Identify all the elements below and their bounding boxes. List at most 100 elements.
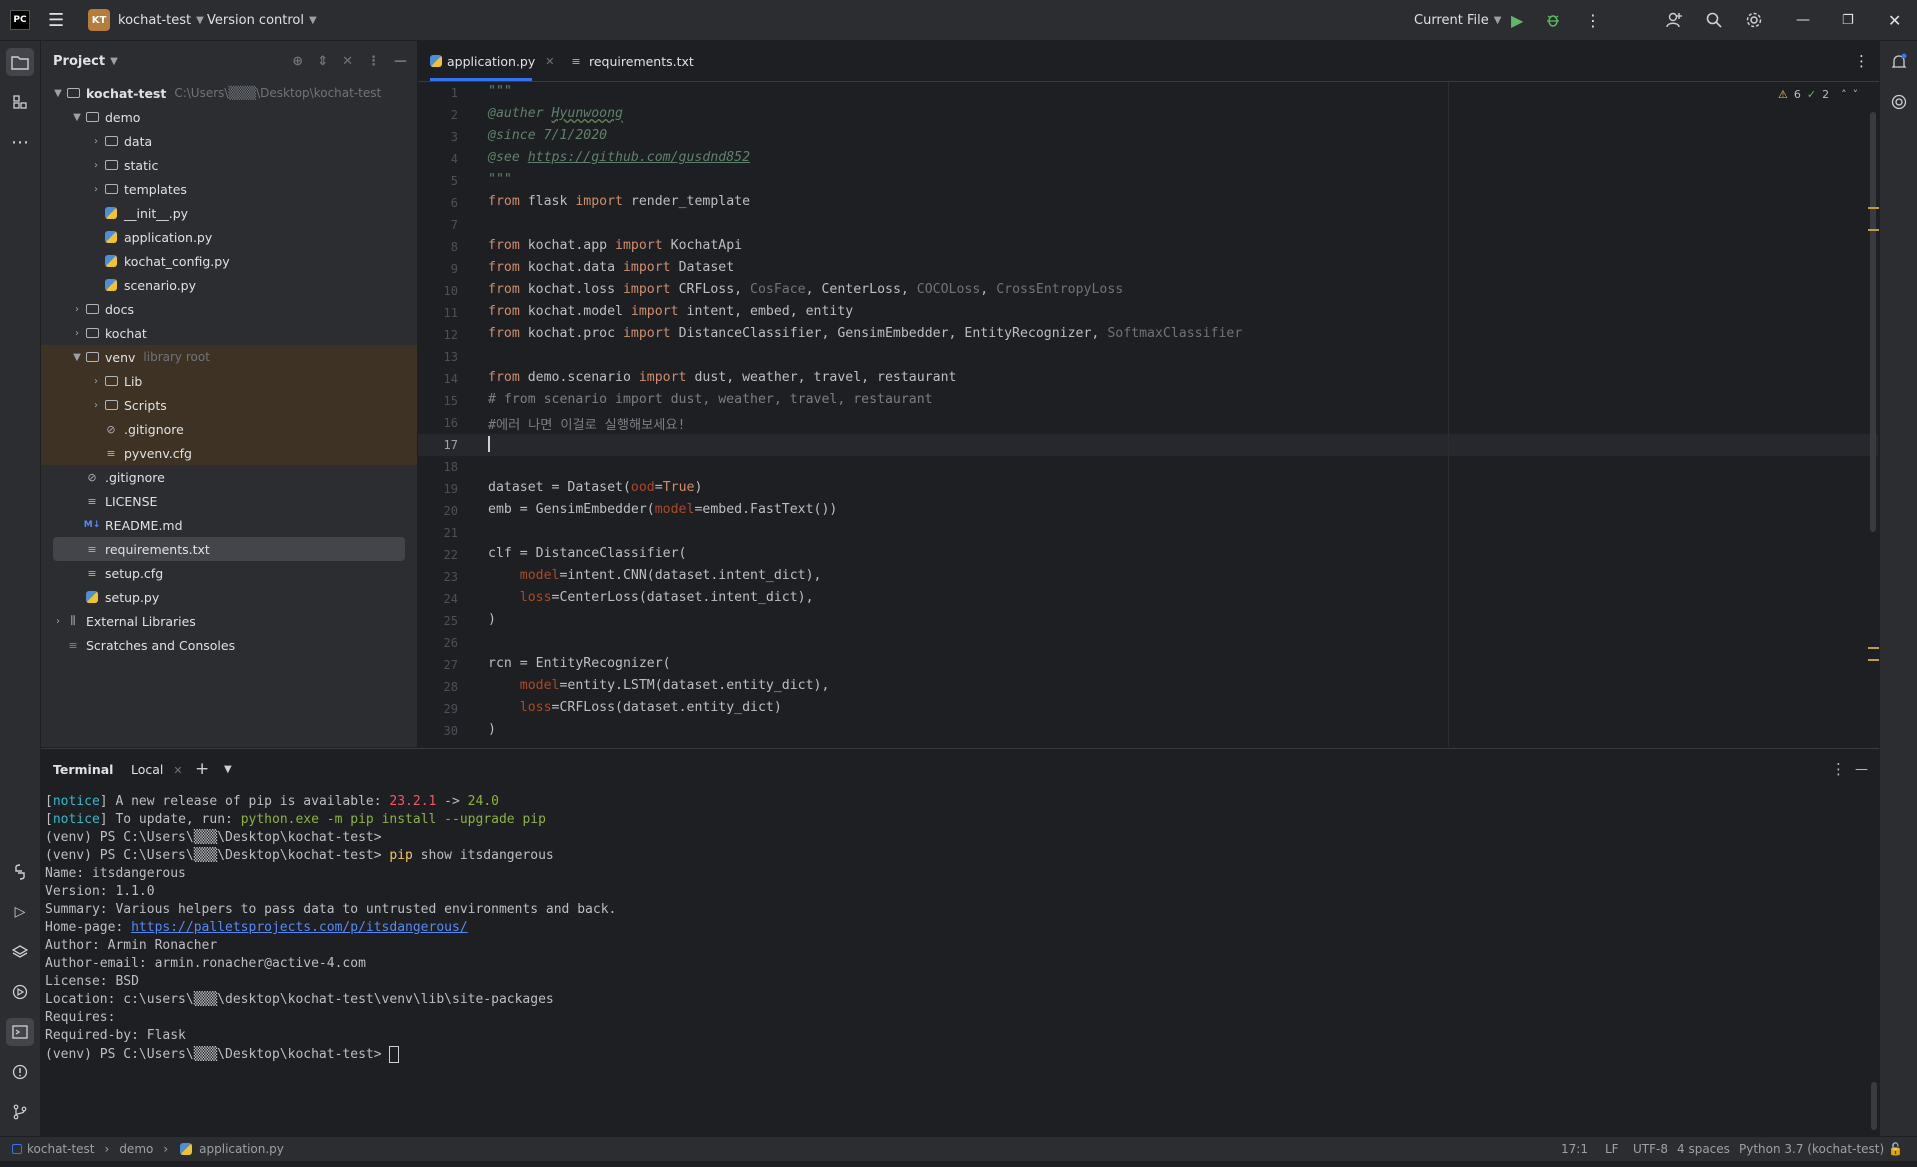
debug-icon[interactable] [1545,0,1561,40]
hide-terminal-icon[interactable]: — [1855,762,1868,777]
locate-icon[interactable]: ⊕ [292,54,303,69]
tree-item[interactable]: ≡ Scratches and Consoles [41,633,417,657]
tree-item[interactable]: › static [41,153,417,177]
git-branch-icon[interactable] [6,1098,34,1126]
tree-item[interactable]: › data [41,129,417,153]
tree-item[interactable]: ⊘ .gitignore [41,465,417,489]
tree-item[interactable]: ≡ LICENSE [41,489,417,513]
add-user-icon[interactable] [1665,0,1683,40]
previous-highlight-icon[interactable]: ˄ [1841,88,1847,101]
chevron-down-icon[interactable]: ▼ [224,764,232,775]
code-editor[interactable]: 1 2 3 4 5 6 7 8 9 10 11 12 13 14 15 16 17 18 19 20 21 22 23 24 2… [418,82,1879,747]
problems-icon[interactable] [6,1058,34,1086]
terminal-options-icon[interactable]: ⋮ [1831,760,1846,778]
line-number: 29 [443,702,458,716]
chevron-right-icon[interactable]: › [89,376,103,387]
tree-item[interactable]: scenario.py [41,273,417,297]
line-separator[interactable]: LF [1605,1137,1619,1161]
restore-icon[interactable]: ❐ [1842,0,1854,40]
python-interpreter[interactable]: Python 3.7 (kochat-test) [1739,1137,1884,1161]
chevron-right-icon[interactable]: › [51,616,65,627]
chevron-down-icon[interactable]: ▼ [70,352,84,363]
tree-item[interactable]: ▼ demo [41,105,417,129]
python-console-icon[interactable] [6,858,34,886]
structure-icon[interactable] [6,88,34,116]
chevron-down-icon[interactable]: ▼ [70,112,84,123]
inspection-widget[interactable]: ⚠ 6 ✓ 2 ˄ ˅ [1778,88,1858,101]
indent-setting[interactable]: 4 spaces [1677,1137,1730,1161]
new-terminal-plus-icon[interactable]: + [195,759,209,779]
tree-item[interactable]: › Lib [41,369,417,393]
project-switcher[interactable]: KT kochat-test ▼ [88,0,204,40]
tree-item[interactable]: kochat_config.py [41,249,417,273]
code-token: , CenterLoss, [805,282,917,297]
hide-panel-icon[interactable]: — [394,54,407,69]
project-panel-title[interactable]: Project [53,54,105,69]
chevron-right-icon[interactable]: › [70,328,84,339]
run-icon[interactable]: ▶ [1511,0,1523,40]
services-icon[interactable] [6,978,34,1006]
editor-scrollbar[interactable] [1870,112,1876,532]
tree-item[interactable]: ▼ kochat-test C:\Users\▒▒▒\Desktop\kochat-… [41,81,417,105]
breadcrumb-item[interactable]: kochat-test [27,1142,95,1156]
tree-item[interactable]: › templates [41,177,417,201]
tree-item[interactable]: ⊘ .gitignore [41,417,417,441]
breadcrumb-item[interactable]: demo [119,1142,153,1156]
error-stripe-mark[interactable] [1868,659,1879,661]
chevron-down-icon[interactable]: ▼ [51,88,65,99]
chevron-right-icon[interactable]: › [70,304,84,315]
error-stripe-mark[interactable] [1868,207,1879,209]
tree-item[interactable]: › docs [41,297,417,321]
settings-gear-icon[interactable] [1745,0,1763,40]
close-tab-icon[interactable]: ✕ [173,764,182,777]
caret-position[interactable]: 17:1 [1561,1137,1588,1161]
tree-item[interactable]: › ⫼ External Libraries [41,609,417,633]
breadcrumb-item[interactable]: application.py [199,1142,284,1156]
minimize-icon[interactable]: — [1796,0,1810,40]
layers-icon[interactable] [6,938,34,966]
more-tools-icon[interactable]: ⋯ [6,128,34,156]
more-actions-icon[interactable]: ⋮ [1585,0,1601,40]
chevron-right-icon[interactable]: › [89,160,103,171]
chevron-right-icon[interactable]: › [89,136,103,147]
run-config-selector[interactable]: Current File ▼ [1414,0,1501,40]
ai-assistant-icon[interactable] [1885,88,1913,116]
tree-item[interactable]: setup.py [41,585,417,609]
project-tool-folder-icon[interactable] [6,48,34,76]
chevron-right-icon[interactable]: › [89,400,103,411]
tree-item[interactable]: ▼ venv library root [41,345,417,369]
close-tab-icon[interactable]: ✕ [545,55,554,68]
tree-item[interactable]: › kochat [41,321,417,345]
main-menu-icon[interactable]: ☰ [48,0,64,40]
chevron-right-icon[interactable]: › [89,184,103,195]
tab-requirements-txt[interactable]: ≡ requirements.txt [568,41,693,81]
run-tool-icon[interactable]: ▷ [6,898,34,926]
tree-item[interactable]: ≡ setup.cfg [41,561,417,585]
terminal-scrollbar[interactable] [1871,1082,1877,1130]
code-line: emb = GensimEmbedder(model=embed.FastTex… [488,502,837,517]
tree-item[interactable]: ≡ requirements.txt [41,537,417,561]
tree-item[interactable]: application.py [41,225,417,249]
error-stripe-mark[interactable] [1868,647,1879,649]
terminal-link[interactable]: https://palletsprojects.com/p/itsdangero… [131,920,468,935]
tree-item[interactable]: › Scripts [41,393,417,417]
notifications-bell-icon[interactable] [1885,48,1913,76]
file-encoding[interactable]: UTF-8 [1633,1137,1668,1161]
lock-icon[interactable]: 🔓 [1888,1137,1903,1161]
vcs-menu[interactable]: Version control ▼ [207,0,317,40]
terminal-tab-local[interactable]: Local ✕ [131,762,183,777]
collapse-all-icon[interactable]: ✕ [342,54,353,69]
chevron-down-icon[interactable]: ▼ [110,56,118,67]
tab-application-py[interactable]: application.py ✕ [430,41,554,81]
tree-item[interactable]: __init__.py [41,201,417,225]
next-highlight-icon[interactable]: ˅ [1853,88,1859,101]
error-stripe-mark[interactable] [1868,229,1879,231]
close-icon[interactable]: ✕ [1888,0,1901,40]
expand-all-icon[interactable]: ⇕ [317,54,328,69]
search-icon[interactable] [1705,0,1723,40]
terminal-tool-icon[interactable] [6,1018,34,1046]
tab-options-icon[interactable]: ⋮ [1854,41,1869,81]
options-icon[interactable]: ⋮ [367,54,380,69]
tree-item[interactable]: ≡ pyvenv.cfg [41,441,417,465]
tree-item[interactable]: M↓ README.md [41,513,417,537]
